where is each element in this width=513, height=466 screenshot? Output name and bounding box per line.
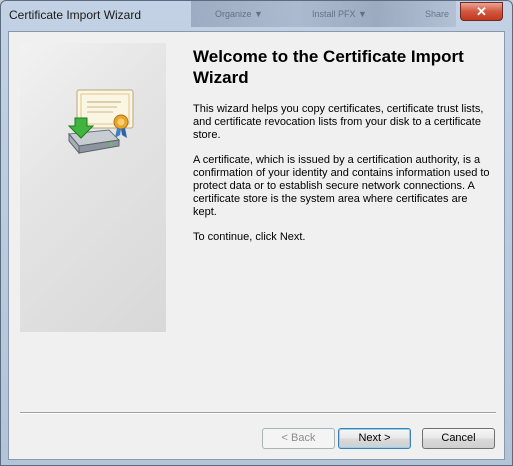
back-button[interactable]: < Back [262, 428, 335, 449]
title-bar[interactable]: Organize ▼ Install PFX ▼ Share Certifica… [1, 1, 512, 30]
intro-paragraph: This wizard helps you copy certificates,… [193, 103, 484, 141]
close-icon: ✕ [476, 4, 487, 19]
wizard-heading: Welcome to the Certificate Import Wizard [193, 47, 464, 87]
certificate-description-paragraph: A certificate, which is issued by a cert… [193, 154, 490, 218]
continue-instruction: To continue, click Next. [193, 231, 306, 243]
next-button[interactable]: Next > [338, 428, 411, 449]
background-organize-label: Organize ▼ [215, 9, 263, 19]
wizard-client-area: Welcome to the Certificate Import Wizard… [8, 31, 505, 460]
window-title: Certificate Import Wizard [9, 8, 142, 22]
button-divider [20, 412, 496, 414]
close-button[interactable]: ✕ [460, 2, 503, 21]
side-panel [20, 43, 166, 332]
certificate-import-icon [67, 89, 134, 155]
background-share-label: Share [425, 9, 450, 19]
background-install-label: Install PFX ▼ [312, 9, 367, 19]
wizard-window: Organize ▼ Install PFX ▼ Share Certifica… [0, 0, 513, 466]
cancel-button[interactable]: Cancel [422, 428, 495, 449]
